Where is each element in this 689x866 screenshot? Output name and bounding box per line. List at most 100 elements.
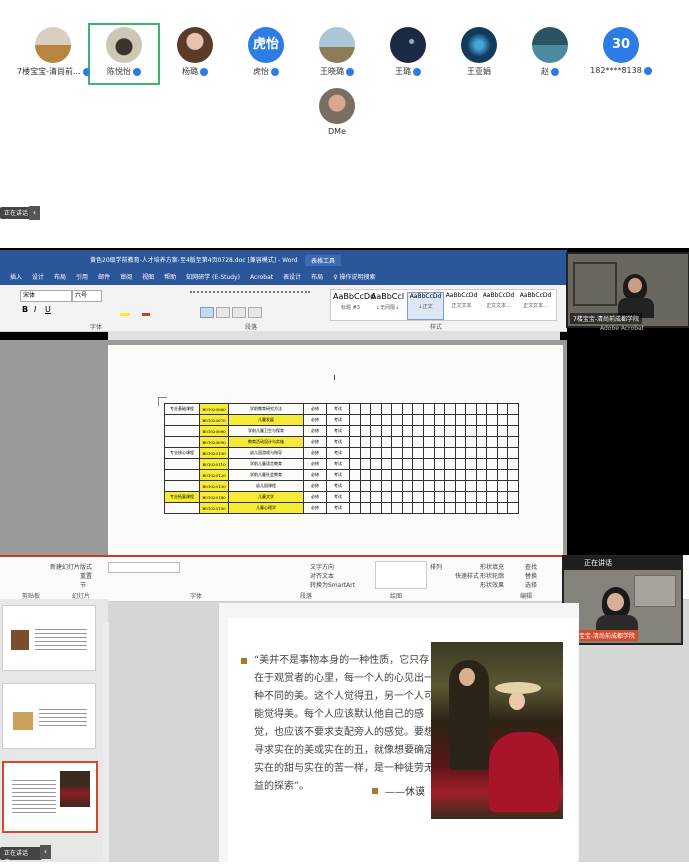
ppt-ribbon-button[interactable]: 形状轮廓 xyxy=(480,571,504,580)
menu-tab[interactable]: 布局 xyxy=(54,274,66,281)
course-exam: 考试 xyxy=(326,491,350,503)
course-exam: 考试 xyxy=(326,502,350,514)
table-cell xyxy=(391,480,403,492)
group-cell xyxy=(164,502,200,514)
ppt-ribbon-button[interactable]: 文字方向 xyxy=(310,562,334,571)
menu-tab[interactable]: 插入 xyxy=(10,274,22,281)
align-center-button[interactable] xyxy=(200,307,214,318)
slide-thumbnail-2[interactable] xyxy=(2,683,96,749)
ppt-ribbon-button[interactable]: 选择 xyxy=(525,580,537,589)
table-cell xyxy=(496,458,509,470)
highlight-color-icon[interactable] xyxy=(120,305,130,316)
style-item[interactable]: AaBbCcDd ↓正文 xyxy=(407,292,444,320)
menu-tab[interactable]: 审阅 xyxy=(120,274,132,281)
ppt-ribbon-button[interactable]: 节 xyxy=(80,580,86,589)
table-cell xyxy=(444,491,456,503)
table-cell xyxy=(412,491,424,503)
table-cell xyxy=(349,480,361,492)
ppt-ribbon-button[interactable]: 查找 xyxy=(525,562,537,571)
ppt-ribbon-button[interactable]: 形状填充 xyxy=(480,562,504,571)
participant-tile[interactable]: DMe xyxy=(301,88,373,136)
participant-tile[interactable]: 王晓璐 xyxy=(301,27,373,77)
participant-tile[interactable]: 7楼宝宝-清尚前... xyxy=(17,27,89,77)
style-item[interactable]: AaBbCcDd 正文文本... xyxy=(481,292,516,318)
participant-tile[interactable]: 杨璐 xyxy=(159,27,231,77)
course-code: B01020130 xyxy=(199,480,229,492)
align-left-button[interactable] xyxy=(216,307,230,318)
avatar xyxy=(461,27,497,63)
course-name: 儿童心理学 xyxy=(228,502,304,514)
participant-name: 7楼宝宝-清尚前... xyxy=(17,66,89,77)
menu-tab[interactable]: 视图 xyxy=(142,274,154,281)
table-cell xyxy=(475,491,488,503)
table-cell xyxy=(486,469,498,481)
table-tools-label: 表格工具 xyxy=(305,255,342,266)
participant-tile[interactable]: 虎怡 虎怡 xyxy=(230,27,302,77)
ppt-ribbon-button[interactable]: 形状效果 xyxy=(480,580,504,589)
menu-tab[interactable]: 邮件 xyxy=(98,274,110,281)
ppt-ribbon-button[interactable]: 新建幻灯片 xyxy=(50,562,80,571)
align-right-button[interactable] xyxy=(232,307,246,318)
speaking-collapse-pill-2[interactable]: 正在讲话中... xyxy=(0,847,42,866)
menu-tab[interactable]: 布局 xyxy=(311,274,323,281)
participant-name: DMe xyxy=(328,127,346,136)
table-cell xyxy=(444,469,456,481)
slide-thumbnail-3-active[interactable] xyxy=(2,761,98,833)
table-cell xyxy=(370,447,382,459)
ppt-ribbon-button[interactable]: 排列 xyxy=(430,562,442,571)
table-cell xyxy=(380,469,393,481)
table-cell xyxy=(359,425,372,437)
italic-button[interactable]: I xyxy=(34,305,36,314)
table-cell xyxy=(391,447,403,459)
table-cell xyxy=(380,414,393,426)
underline-button[interactable]: U xyxy=(45,305,51,314)
menu-tab[interactable]: 引用 xyxy=(76,274,88,281)
paragraph-tools xyxy=(190,291,320,318)
table-cell xyxy=(465,502,477,514)
ppt-ribbon-button[interactable]: 重置 xyxy=(80,571,92,580)
collapse-arrow-button[interactable]: ‹ xyxy=(29,206,40,220)
menu-tab[interactable]: 表设计 xyxy=(283,274,301,281)
shapes-gallery[interactable] xyxy=(375,561,427,589)
table-cell xyxy=(496,425,509,437)
menu-tab[interactable]: 设计 xyxy=(32,274,44,281)
table-cell xyxy=(401,480,414,492)
style-item[interactable]: AaBbCcDd 正文文本 xyxy=(444,292,479,318)
justify-button[interactable] xyxy=(248,307,262,318)
ppt-font-box[interactable] xyxy=(108,562,180,573)
menu-tab[interactable]: Acrobat xyxy=(250,274,273,281)
font-name-box[interactable]: 宋体 xyxy=(20,290,72,302)
participant-tile[interactable]: 30 182****8138 xyxy=(585,27,657,75)
bold-button[interactable]: B xyxy=(22,305,28,314)
table-cell xyxy=(475,436,488,448)
style-item[interactable]: AaBbCcI ↓无间隔↓ xyxy=(370,292,405,318)
ppt-ribbon-button[interactable]: 转换为SmartArt xyxy=(310,580,355,589)
menu-tab[interactable]: 帮助 xyxy=(164,274,176,281)
document-page: 专业基础课程 B01020060 学前教育研究方法 必修 考试 B01020070 儿童发展… xyxy=(108,345,563,555)
participant-tile[interactable]: 王亚娟 xyxy=(443,27,515,77)
table-cell xyxy=(433,447,446,459)
course-type: 必修 xyxy=(303,469,327,481)
styles-gallery[interactable]: AaBbCcDd 标题 #3 AaBbCcI ↓无间隔↓ AaBbCcDd ↓正文 AaBb… xyxy=(330,289,557,321)
participant-tile[interactable]: 赵 xyxy=(514,27,586,77)
table-cell xyxy=(359,469,372,481)
ppt-ribbon-button[interactable]: 版式 xyxy=(80,562,92,571)
ppt-ribbon-button[interactable]: 替换 xyxy=(525,571,537,580)
participant-tile[interactable]: 陈悦怡 xyxy=(88,27,160,77)
font-color-icon[interactable] xyxy=(142,305,150,316)
collapse-arrow-button-2[interactable]: ‹ xyxy=(40,845,51,859)
style-name: 正文文本... xyxy=(523,303,548,309)
slide-thumbnail-1[interactable] xyxy=(2,605,96,671)
participant-tile[interactable]: 王璐 xyxy=(372,27,444,77)
style-item[interactable]: AaBbCcDd 正文文本... xyxy=(518,292,553,318)
menu-tab[interactable]: ♀ 操作说明搜索 xyxy=(333,274,375,281)
font-size-box[interactable]: 六号 xyxy=(72,290,102,302)
ppt-ribbon-button[interactable]: 快速样式 xyxy=(455,571,479,580)
style-item[interactable]: AaBbCcDd 标题 #3 xyxy=(333,292,375,318)
table-cell xyxy=(496,469,509,481)
ppt-ribbon-button[interactable]: 对齐文本 xyxy=(310,571,334,580)
group-cell xyxy=(164,425,200,437)
group-cell xyxy=(164,414,200,426)
table-cell xyxy=(391,403,403,415)
menu-tab[interactable]: 知网研学 (E-Study) xyxy=(186,274,240,281)
